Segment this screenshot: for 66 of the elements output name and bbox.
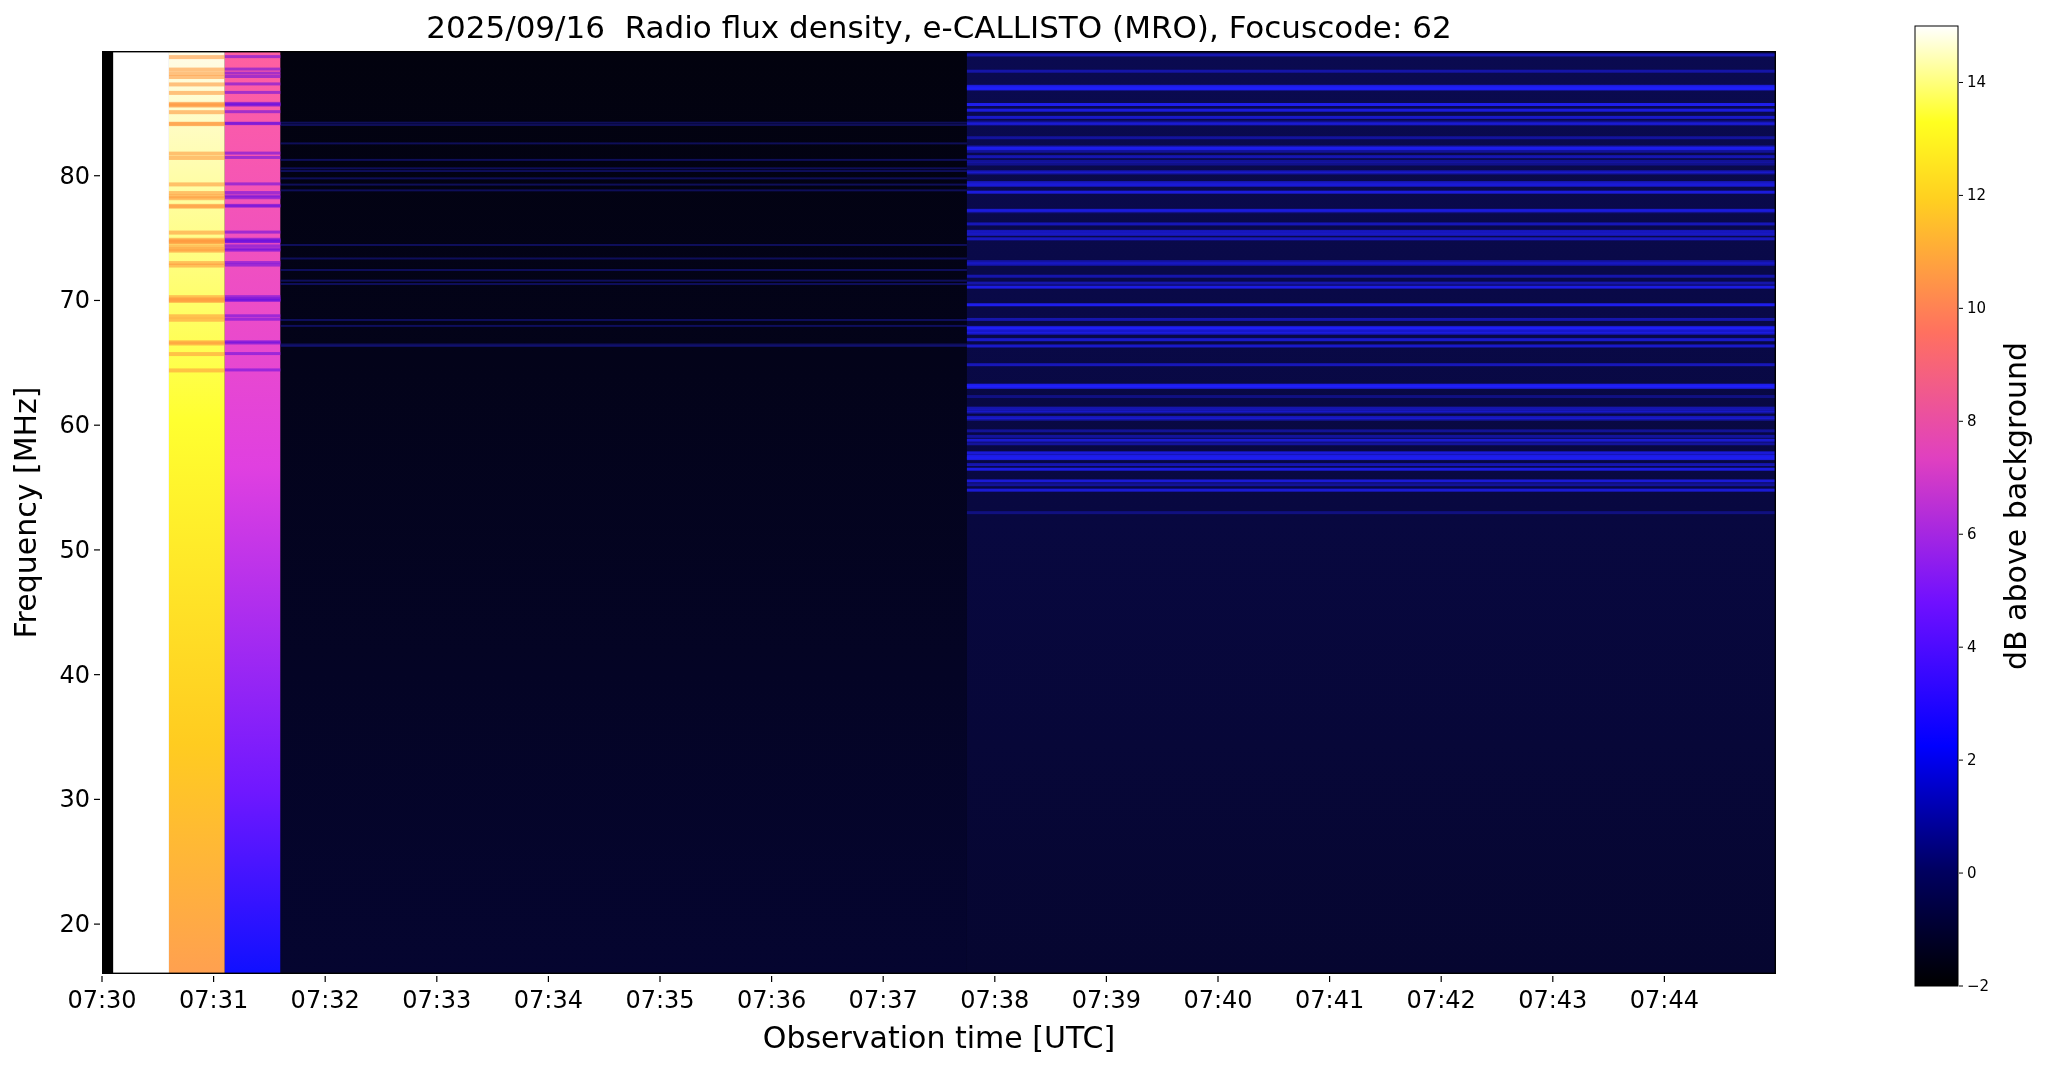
axis-tick bbox=[1958, 194, 1964, 196]
axis-tick bbox=[1958, 420, 1964, 422]
x-tick-label: 07:33 bbox=[402, 986, 472, 1014]
axis-tick bbox=[1958, 985, 1964, 987]
axis-tick bbox=[1958, 533, 1964, 535]
axis-tick bbox=[93, 798, 101, 800]
x-tick-label: 07:34 bbox=[513, 986, 583, 1014]
axis-tick bbox=[1663, 975, 1665, 983]
x-tick-label: 07:30 bbox=[67, 986, 137, 1014]
x-tick-label: 07:40 bbox=[1183, 986, 1253, 1014]
x-tick-label: 07:37 bbox=[848, 986, 918, 1014]
axis-tick bbox=[1958, 872, 1964, 874]
axis-tick bbox=[994, 975, 996, 983]
axis-tick bbox=[1958, 646, 1964, 648]
y-tick-label: 70 bbox=[59, 286, 90, 315]
axis-tick bbox=[882, 975, 884, 983]
axis-tick bbox=[93, 175, 101, 177]
y-tick-label: 80 bbox=[59, 161, 90, 190]
colorbar-tick-label: 6 bbox=[1967, 525, 1977, 544]
axis-tick bbox=[93, 549, 101, 551]
y-tick-label: 20 bbox=[59, 910, 90, 939]
axis-tick bbox=[324, 975, 326, 983]
colorbar-tick-label: −2 bbox=[1967, 977, 1990, 995]
axis-tick bbox=[1958, 759, 1964, 761]
x-tick-label: 07:35 bbox=[625, 986, 695, 1014]
axis-tick bbox=[93, 923, 101, 925]
x-axis-label: Observation time [UTC] bbox=[762, 1020, 1116, 1055]
axis-tick bbox=[1217, 975, 1219, 983]
x-tick-label: 07:31 bbox=[179, 986, 249, 1014]
y-tick-label: 30 bbox=[59, 785, 90, 814]
colorbar-tick-label: 4 bbox=[1967, 638, 1977, 657]
colorbar-tick-label: 10 bbox=[1967, 299, 1987, 318]
x-tick-label: 07:41 bbox=[1295, 986, 1365, 1014]
colorbar-tick-label: 14 bbox=[1967, 73, 1987, 92]
y-tick-label: 40 bbox=[59, 660, 90, 689]
x-tick-label: 07:39 bbox=[1071, 986, 1141, 1014]
axis-tick bbox=[1440, 975, 1442, 983]
y-tick-label: 60 bbox=[59, 411, 90, 440]
axis-tick bbox=[1958, 307, 1964, 309]
axis-tick bbox=[1329, 975, 1331, 983]
axis-tick bbox=[93, 299, 101, 302]
colorbar-label: dB above background bbox=[1998, 341, 2033, 671]
colorbar-tick-label: 2 bbox=[1967, 751, 1977, 770]
axis-tick bbox=[93, 674, 101, 676]
chart-title: 2025/09/16 Radio flux density, e-CALLISTO (MRO), Focuscode: 62 bbox=[426, 9, 1452, 45]
axis-tick bbox=[436, 975, 438, 983]
axis-tick bbox=[101, 975, 103, 983]
axis-tick bbox=[1958, 81, 1964, 83]
axis-tick bbox=[547, 975, 549, 983]
axis-tick bbox=[771, 975, 773, 983]
colorbar-tick-label: 0 bbox=[1967, 864, 1977, 883]
x-tick-label: 07:38 bbox=[960, 986, 1030, 1014]
colorbar-tick-label: 8 bbox=[1967, 412, 1977, 431]
axis-tick bbox=[213, 975, 215, 983]
colorbar-tick-label: 12 bbox=[1967, 186, 1987, 205]
x-tick-label: 07:42 bbox=[1406, 986, 1476, 1014]
axis-tick bbox=[93, 424, 101, 426]
axis-tick bbox=[1552, 975, 1554, 983]
x-tick-label: 07:43 bbox=[1518, 986, 1588, 1014]
x-tick-label: 07:32 bbox=[290, 986, 360, 1014]
y-axis-label: Frequency [MHz] bbox=[8, 386, 43, 639]
x-tick-label: 07:36 bbox=[737, 986, 807, 1014]
y-tick-label: 50 bbox=[59, 535, 90, 564]
axis-tick bbox=[659, 975, 661, 983]
x-tick-label: 07:44 bbox=[1629, 986, 1699, 1014]
axis-tick bbox=[1105, 975, 1107, 983]
